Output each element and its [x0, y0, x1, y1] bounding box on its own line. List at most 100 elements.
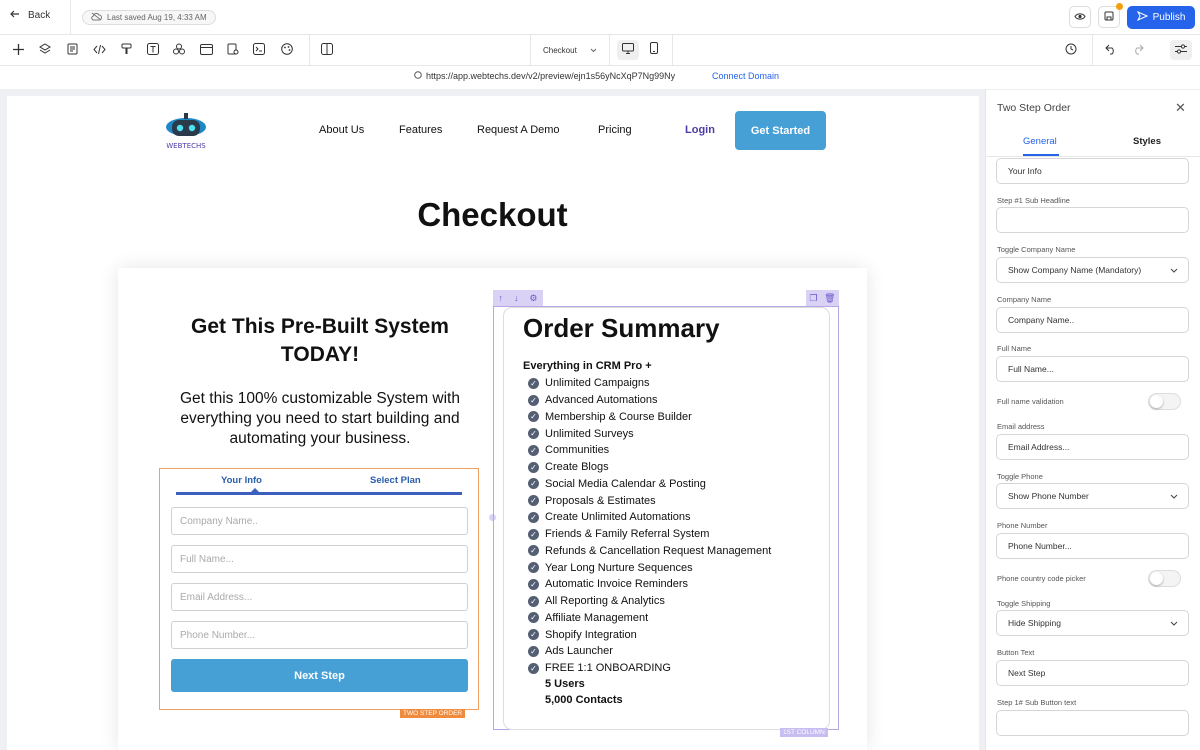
arrow-down-icon[interactable]: ↓	[514, 293, 519, 303]
unsaved-indicator	[1116, 3, 1123, 10]
feature-label: Social Media Calendar & Posting	[545, 477, 706, 490]
email-input[interactable]: Email Address...	[171, 583, 468, 611]
column-actions-left: ↑ ↓ ⚙	[493, 290, 543, 306]
split-view-icon[interactable]	[320, 42, 334, 56]
full-name-field[interactable]: Full Name...	[996, 356, 1189, 382]
code-icon[interactable]	[92, 42, 106, 56]
check-circle-icon: ✓	[528, 478, 539, 490]
text-icon[interactable]	[146, 42, 160, 56]
preview-url[interactable]: https://app.webtechs.dev/v2/preview/ejn1…	[414, 71, 675, 81]
preview-button[interactable]	[1069, 6, 1091, 28]
feature-label: Friends & Family Referral System	[545, 528, 710, 541]
phone-code-picker-toggle[interactable]	[1148, 570, 1181, 587]
shapes-icon[interactable]	[172, 42, 186, 56]
globe-icon	[414, 71, 422, 81]
desktop-view-button[interactable]	[617, 40, 639, 60]
feature-label: All Reporting & Analytics	[545, 595, 665, 608]
divider	[672, 35, 673, 66]
phone-number-field[interactable]: Phone Number...	[996, 533, 1189, 559]
page-select-value: Checkout	[543, 46, 577, 55]
step-tab-your-info[interactable]: Your Info	[221, 475, 262, 486]
feature-item: ✓ FREE 1:1 ONBOARDING	[528, 660, 771, 677]
feature-item: ✓ Refunds & Cancellation Request Manageme…	[528, 543, 771, 560]
nav-pricing[interactable]: Pricing	[598, 124, 632, 136]
full-name-input[interactable]: Full Name...	[171, 545, 468, 573]
get-started-button[interactable]: Get Started	[735, 111, 826, 150]
step1-sub-headline-field[interactable]	[996, 207, 1189, 233]
login-link[interactable]: Login	[685, 124, 715, 136]
gear-icon[interactable]: ⚙	[529, 293, 537, 304]
chevron-down-icon	[1170, 265, 1178, 275]
pages-icon[interactable]	[65, 42, 79, 56]
company-name-field[interactable]: Company Name..	[996, 307, 1189, 333]
terminal-icon[interactable]	[252, 42, 266, 56]
field-label: Toggle Shipping	[997, 599, 1051, 608]
column-tag: 1ST COLUMN	[780, 728, 828, 737]
history-icon[interactable]	[1064, 42, 1078, 56]
divider	[1092, 35, 1093, 66]
next-step-button[interactable]: Next Step	[171, 659, 468, 692]
nav-features[interactable]: Features	[399, 124, 442, 136]
layers-icon[interactable]	[38, 42, 52, 56]
check-circle-icon: ✓	[528, 578, 539, 590]
toggle-phone-select[interactable]: Show Phone Number	[996, 483, 1189, 509]
feature-label: Refunds & Cancellation Request Managemen…	[545, 544, 772, 557]
paint-icon[interactable]	[119, 42, 133, 56]
company-name-input[interactable]: Company Name..	[171, 507, 468, 535]
nav-request-demo[interactable]: Request A Demo	[477, 124, 560, 136]
close-icon[interactable]: ✕	[1175, 100, 1186, 116]
page-select[interactable]: Checkout	[530, 35, 610, 66]
feature-item: ✓ Create Unlimited Automations	[528, 509, 771, 526]
palette-icon[interactable]	[280, 42, 294, 56]
desktop-icon	[622, 41, 634, 59]
toggle-company-select[interactable]: Show Company Name (Mandatory)	[996, 257, 1189, 283]
redo-icon[interactable]	[1131, 42, 1145, 56]
step1-sub-button-field[interactable]	[996, 710, 1189, 736]
tab-general[interactable]: General	[1023, 136, 1057, 147]
settings-panel-button[interactable]	[1170, 40, 1192, 60]
site-logo[interactable]: WEBTECHS	[163, 111, 211, 151]
check-circle-icon: ✓	[528, 411, 539, 423]
check-circle-icon: ✓	[528, 495, 539, 507]
chevron-down-icon	[590, 46, 597, 55]
feature-item: ✓ Year Long Nurture Sequences	[528, 559, 771, 576]
offer-subheadline: Get this 100% customizable System with e…	[180, 390, 460, 447]
feature-item: ✓ Shopify Integration	[528, 626, 771, 643]
back-button[interactable]: Back	[10, 9, 50, 22]
email-field[interactable]: Email Address...	[996, 434, 1189, 460]
feature-label: Unlimited Campaigns	[545, 377, 650, 390]
publish-button[interactable]: Publish	[1127, 6, 1195, 29]
mobile-view-button[interactable]	[644, 40, 664, 60]
step-tab-select-plan[interactable]: Select Plan	[370, 475, 421, 486]
add-element-icon[interactable]	[11, 42, 25, 56]
full-name-validation-toggle[interactable]	[1148, 393, 1181, 410]
trash-icon[interactable]: 🗑	[824, 293, 835, 304]
feature-label: Communities	[545, 444, 610, 457]
copy-icon[interactable]: ❐	[809, 293, 817, 304]
arrow-up-icon[interactable]: ↑	[498, 293, 503, 303]
feature-item: ✓ Create Blogs	[528, 459, 771, 476]
select-value: Hide Shipping	[1008, 618, 1061, 628]
form-icon[interactable]	[226, 42, 240, 56]
feature-label: Advanced Automations	[545, 394, 658, 407]
connect-domain-link[interactable]: Connect Domain	[712, 71, 779, 81]
layout-icon[interactable]	[199, 42, 213, 56]
eye-icon	[1074, 8, 1086, 26]
select-value: Show Company Name (Mandatory)	[1008, 265, 1142, 275]
check-circle-icon: ✓	[528, 461, 539, 473]
feature-label: Automatic Invoice Reminders	[545, 578, 689, 591]
toggle-shipping-select[interactable]: Hide Shipping	[996, 610, 1189, 636]
element-tag: TWO STEP ORDER	[400, 709, 466, 718]
phone-input[interactable]: Phone Number...	[171, 621, 468, 649]
nav-about-us[interactable]: About Us	[319, 124, 364, 136]
check-circle-icon: ✓	[528, 629, 539, 641]
button-text-field[interactable]: Next Step	[996, 660, 1189, 686]
logo-text: WEBTECHS	[166, 142, 206, 150]
tab-styles[interactable]: Styles	[1133, 136, 1161, 147]
check-circle-icon: ✓	[528, 444, 539, 456]
select-value: Show Phone Number	[1008, 491, 1089, 501]
sliders-icon	[1175, 41, 1187, 59]
undo-icon[interactable]	[1104, 42, 1118, 56]
step1-headline-field[interactable]: Your Info	[996, 158, 1189, 184]
feature-label: FREE 1:1 ONBOARDING	[545, 662, 671, 675]
